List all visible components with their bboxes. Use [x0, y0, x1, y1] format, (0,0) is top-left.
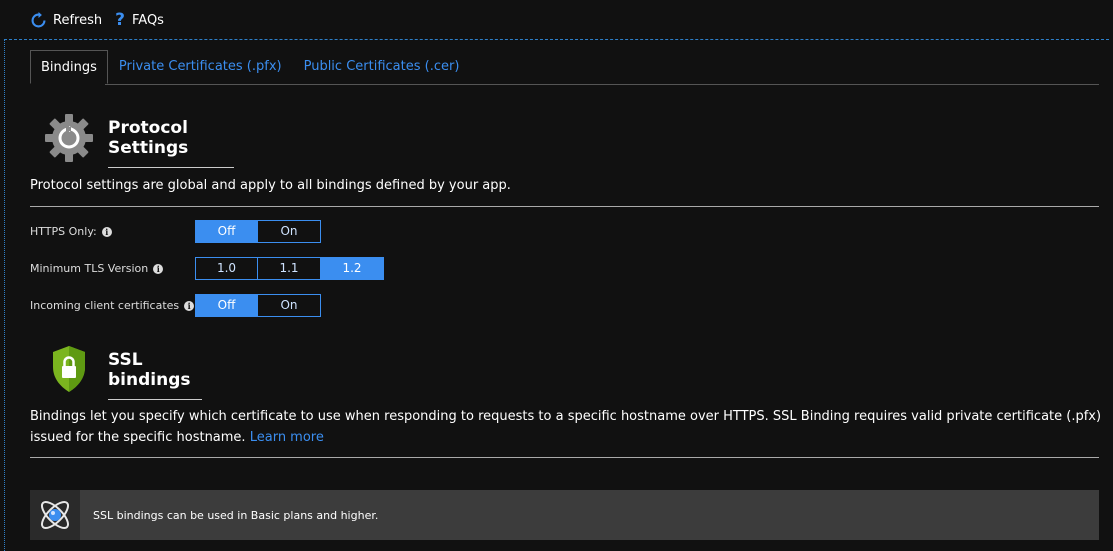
https-only-toggle: Off On — [195, 220, 321, 243]
refresh-icon — [31, 12, 46, 28]
https-only-text: HTTPS Only: — [30, 225, 97, 238]
app-service-icon — [41, 501, 69, 529]
client-certs-label: Incoming client certificates i — [30, 299, 195, 312]
client-certs-text: Incoming client certificates — [30, 299, 180, 312]
tls-1-1[interactable]: 1.1 — [257, 257, 321, 280]
client-certs-off[interactable]: Off — [195, 294, 258, 317]
protocol-settings-description: Protocol settings are global and apply t… — [30, 178, 511, 193]
https-only-off[interactable]: Off — [195, 220, 258, 243]
question-icon: ? — [115, 10, 125, 30]
https-only-on[interactable]: On — [257, 220, 321, 243]
refresh-label: Refresh — [53, 13, 103, 28]
https-only-label: HTTPS Only: i — [30, 225, 112, 238]
client-certs-on[interactable]: On — [257, 294, 321, 317]
tab-bar: Bindings Private Certificates (.pfx) Pub… — [30, 50, 470, 85]
plan-notice-banner: SSL bindings can be used in Basic plans … — [30, 490, 1099, 540]
divider — [30, 206, 1099, 207]
learn-more-link[interactable]: Learn more — [250, 430, 324, 445]
tls-1-2[interactable]: 1.2 — [320, 257, 384, 280]
tab-public-certificates[interactable]: Public Certificates (.cer) — [293, 50, 471, 84]
min-tls-label: Minimum TLS Version i — [30, 262, 164, 275]
ssl-description-text: Bindings let you specify which certifica… — [30, 409, 1102, 445]
command-bar: Refresh ? FAQs — [0, 0, 1113, 40]
ssl-bindings-description: Bindings let you specify which certifica… — [30, 406, 1105, 448]
gear-icon — [45, 114, 93, 162]
notice-icon-container — [30, 490, 80, 540]
shield-lock-icon — [53, 346, 85, 392]
info-icon[interactable]: i — [101, 226, 112, 237]
faqs-label: FAQs — [132, 13, 164, 28]
tab-bindings[interactable]: Bindings — [30, 50, 108, 84]
faqs-button[interactable]: ? FAQs — [114, 12, 164, 29]
tab-underline — [105, 84, 1099, 85]
min-tls-selector: 1.0 1.1 1.2 — [195, 257, 384, 280]
content-pane — [4, 39, 1109, 551]
client-certs-toggle: Off On — [195, 294, 321, 317]
info-icon[interactable]: i — [184, 300, 195, 311]
refresh-button[interactable]: Refresh — [30, 12, 102, 29]
plan-notice-text: SSL bindings can be used in Basic plans … — [93, 508, 379, 522]
ssl-bindings-title: SSL bindings — [108, 350, 202, 400]
info-icon[interactable]: i — [153, 263, 164, 274]
min-tls-text: Minimum TLS Version — [30, 262, 149, 275]
tab-private-certificates[interactable]: Private Certificates (.pfx) — [108, 50, 293, 84]
divider — [30, 457, 1099, 458]
protocol-settings-title: Protocol Settings — [108, 118, 234, 168]
tls-1-0[interactable]: 1.0 — [195, 257, 258, 280]
